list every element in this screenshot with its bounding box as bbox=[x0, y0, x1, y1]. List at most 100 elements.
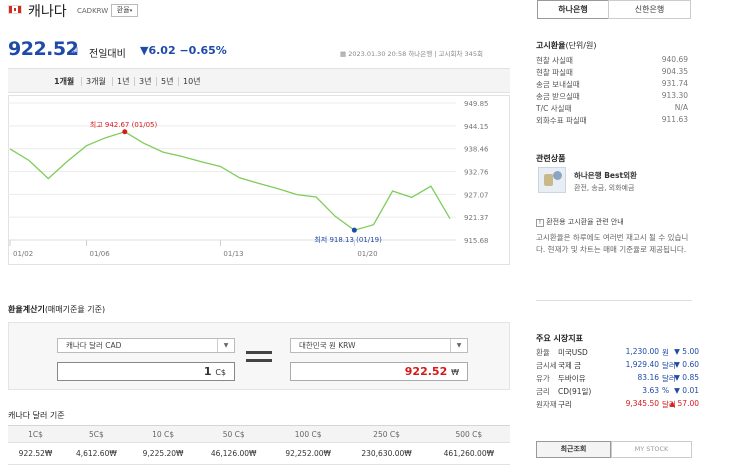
table-header: 50 C$ bbox=[196, 425, 271, 443]
rates-title: 고시환율(단위/원) bbox=[536, 40, 596, 51]
low-label: 최저 918.13 (01/19) bbox=[314, 235, 382, 244]
base-table-title: 캐나다 달러 기준 bbox=[8, 411, 65, 420]
rate-row: 송금 받으실때 913.30 bbox=[536, 91, 688, 103]
chevron-down-icon: ▼ bbox=[217, 339, 234, 352]
market-value: 83.16 bbox=[637, 373, 659, 382]
rate-label: 현찰 사실때 bbox=[536, 56, 573, 65]
globe-icon bbox=[553, 171, 562, 180]
rate-label: 현찰 파실때 bbox=[536, 68, 573, 77]
tab-my-stock[interactable]: MY STOCK bbox=[611, 441, 692, 458]
change-percent: −0.65% bbox=[179, 44, 227, 57]
x-tick-label: 01/20 bbox=[357, 250, 377, 258]
product-thumbnail[interactable] bbox=[538, 167, 566, 193]
market-change: ▲ 57.00 bbox=[669, 399, 699, 408]
calculator-title-sub: (매매기준율 기준) bbox=[44, 305, 106, 314]
from-currency-label: 캐나다 달러 CAD bbox=[66, 341, 122, 350]
product-image bbox=[544, 174, 553, 186]
market-change: ▼ 0.85 bbox=[674, 373, 699, 382]
calculator-title-text: 환율계산기 bbox=[8, 305, 45, 314]
currency-code: CADKRW bbox=[77, 7, 109, 15]
market-unit: 원 bbox=[662, 348, 669, 357]
table-header: 10 C$ bbox=[129, 425, 197, 443]
market-name: 구리 bbox=[558, 400, 572, 409]
rate-row: 현찰 사실때 940.69 bbox=[536, 55, 688, 67]
price-unit: 원 bbox=[71, 47, 79, 56]
market-name: 미국USD bbox=[558, 348, 588, 357]
market-change: ▼ 5.00 bbox=[674, 347, 699, 356]
tab-recent[interactable]: 최근조회 bbox=[536, 441, 611, 458]
market-row[interactable]: 환율 미국USD 1,230.00 원 ▼ 5.00 bbox=[536, 347, 699, 360]
rate-value: 911.63 bbox=[661, 115, 688, 124]
rates-list: 현찰 사실때 940.69 현찰 파실때 904.35 송금 보내실때 931.74 … bbox=[536, 55, 688, 127]
price-change: ▼6.02 −0.65% bbox=[140, 44, 227, 57]
rate-value: 913.30 bbox=[661, 91, 688, 100]
to-currency-select[interactable]: 대한민국 원 KRW ▼ bbox=[290, 338, 468, 353]
table-cell: 92,252.00₩ bbox=[270, 442, 346, 465]
tab-period-1y[interactable]: 1년 bbox=[117, 76, 129, 87]
exchange-dropdown-button[interactable]: 환율▾ bbox=[111, 4, 138, 17]
market-row[interactable]: 금리 CD(91일) 3.63% ▼ 0.01 bbox=[536, 386, 699, 399]
y-tick-label: 915.68 bbox=[464, 237, 489, 245]
table-cell: 9,225.20₩ bbox=[129, 442, 197, 465]
tab-period-1m[interactable]: 1개월 bbox=[54, 76, 74, 87]
y-tick-label: 949.85 bbox=[464, 100, 489, 108]
tab-period-5y[interactable]: 5년 bbox=[161, 76, 173, 87]
calendar-icon: ▦ bbox=[340, 50, 347, 58]
rate-label: T/C 사실때 bbox=[536, 104, 572, 113]
from-amount-value: 1 bbox=[203, 365, 212, 378]
market-unit: % bbox=[662, 386, 670, 395]
product-desc: 환전, 송금, 외화예금 bbox=[574, 184, 635, 192]
from-amount-input[interactable]: 1 C$ bbox=[57, 362, 235, 381]
tab-shinhan-bank[interactable]: 신한은행 bbox=[608, 0, 691, 19]
notice-title-text: 환전용 고시환율 관련 안내 bbox=[546, 218, 624, 226]
table-header: 250 C$ bbox=[345, 425, 428, 443]
table-row: 922.52₩ 4,612.60₩ 9,225.20₩ 46,126.00₩ 9… bbox=[8, 442, 510, 465]
related-title: 관련상품 bbox=[536, 154, 566, 163]
market-name: 두바이유 bbox=[558, 374, 586, 383]
market-name: CD(91일) bbox=[558, 387, 592, 396]
chevron-down-icon: ▼ bbox=[450, 339, 467, 352]
table-cell: 46,126.00₩ bbox=[196, 442, 271, 465]
rate-label: 송금 보내실때 bbox=[536, 80, 580, 89]
rate-label: 외화수표 파실때 bbox=[536, 116, 587, 125]
from-currency-select[interactable]: 캐나다 달러 CAD ▼ bbox=[57, 338, 235, 353]
tab-period-3m[interactable]: 3개월 bbox=[86, 76, 106, 87]
x-tick-label: 01/13 bbox=[223, 250, 243, 258]
equals-icon bbox=[246, 351, 272, 362]
table-cell: 4,612.60₩ bbox=[63, 442, 130, 465]
market-row[interactable]: 금시세 국제 금 1,929.40 달러 ▼ 0.60 bbox=[536, 360, 699, 373]
notice-title: ! 환전용 고시환율 관련 안내 bbox=[536, 217, 624, 227]
chart-frame bbox=[8, 95, 510, 265]
notice-text: 고시환율은 하루에도 여러번 재고시 될 수 있습니다. 현재가 및 차트는 매… bbox=[536, 233, 689, 254]
x-tick-label: 01/06 bbox=[90, 250, 111, 258]
update-timestamp: ▦ 2023.01.30 20:58 하나은행 | 고시회차 345회 bbox=[340, 48, 483, 58]
market-row[interactable]: 원자재 구리 9,345.50 달러 ▲ 57.00 bbox=[536, 399, 699, 412]
page-header: 캐나다 CADKRW 환율▾ bbox=[0, 0, 520, 24]
to-currency-label: 대한민국 원 KRW bbox=[299, 341, 356, 350]
market-row[interactable]: 유가 두바이유 83.16 달러 ▼ 0.85 bbox=[536, 373, 699, 386]
product-name[interactable]: 하나은행 Best외환 bbox=[574, 170, 637, 181]
table-header: 5C$ bbox=[63, 425, 130, 443]
conversion-table: 1C$ 5C$ 10 C$ 50 C$ 100 C$ 250 C$ 500 C$… bbox=[8, 425, 510, 465]
current-price: 922.52 bbox=[8, 38, 79, 60]
compare-label: 전일대비 bbox=[89, 49, 126, 60]
y-tick-label: 921.37 bbox=[464, 214, 489, 222]
rate-row: 외화수표 파실때 911.63 bbox=[536, 115, 688, 127]
to-amount-value: 922.52 bbox=[404, 365, 448, 378]
market-list: 환율 미국USD 1,230.00 원 ▼ 5.00 금시세 국제 금 1,929.40 달러… bbox=[536, 347, 699, 412]
rates-unit: (단위/원) bbox=[565, 41, 597, 50]
market-name: 국제 금 bbox=[558, 361, 582, 370]
tab-period-10y[interactable]: 10년 bbox=[183, 76, 201, 87]
table-cell: 461,260.00₩ bbox=[427, 442, 510, 465]
market-value: 3.63 bbox=[642, 386, 659, 395]
table-cell: 922.52₩ bbox=[8, 442, 64, 465]
tab-hana-bank[interactable]: 하나은행 bbox=[537, 0, 609, 19]
to-amount-unit: ₩ bbox=[451, 368, 459, 377]
x-tick-label: 01/02 bbox=[13, 250, 33, 258]
to-amount-output: 922.52 ₩ bbox=[290, 362, 468, 381]
tab-period-3y[interactable]: 3년 bbox=[139, 76, 151, 87]
market-category: 금리 bbox=[536, 387, 550, 396]
table-header: 500 C$ bbox=[427, 425, 510, 443]
canada-flag-icon bbox=[8, 5, 22, 14]
rate-label: 송금 받으실때 bbox=[536, 92, 580, 101]
